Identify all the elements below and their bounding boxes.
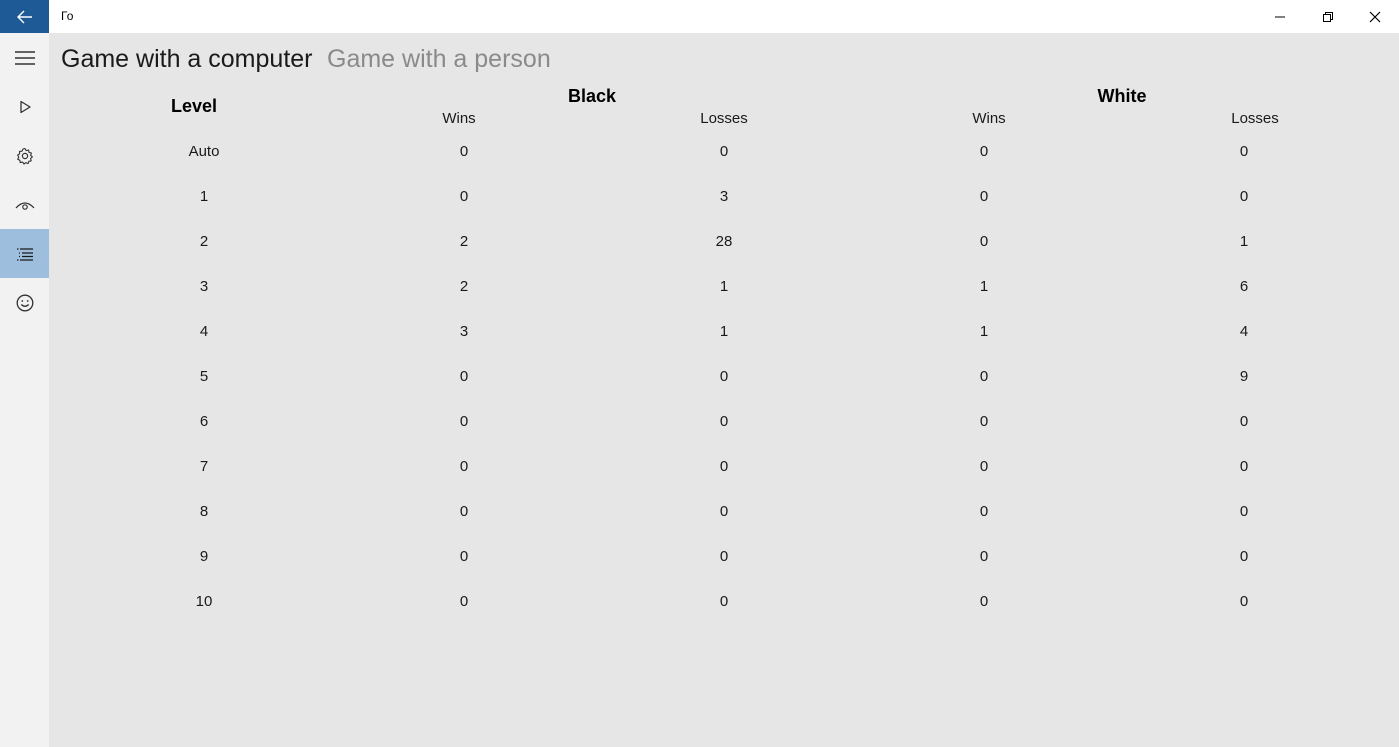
white-wins-cell: 0 — [979, 413, 989, 430]
back-arrow-icon — [16, 10, 32, 23]
nav-item-statistics[interactable] — [0, 229, 49, 278]
app-title: Го — [61, 9, 74, 23]
black-losses-cell: 0 — [719, 593, 729, 610]
nav-item-about[interactable] — [0, 278, 49, 327]
back-button[interactable] — [0, 0, 49, 33]
white-wins-cell: 0 — [979, 503, 989, 520]
tab-game-with-computer[interactable]: Game with a computer — [61, 45, 313, 74]
level-cell: 5 — [199, 368, 209, 385]
level-cell: 7 — [199, 458, 209, 475]
white-wins-cell: 0 — [979, 368, 989, 385]
level-header: Level — [170, 96, 218, 116]
smiley-icon — [16, 294, 33, 311]
white-wins-cell: 1 — [979, 278, 989, 295]
white-losses-cell: 6 — [1239, 278, 1249, 295]
white-wins-cell: 1 — [979, 323, 989, 340]
play-icon — [19, 100, 31, 113]
level-cell: 6 — [199, 413, 209, 430]
hamburger-menu-button[interactable] — [0, 33, 49, 82]
black-wins-cell: 0 — [459, 143, 469, 160]
white-wins-cell: 0 — [979, 233, 989, 250]
white-wins-cell: 0 — [979, 143, 989, 160]
black-losses-header: Losses — [700, 110, 748, 127]
level-cell: 3 — [199, 278, 209, 295]
tab-game-with-person[interactable]: Game with a person — [327, 45, 551, 74]
level-cell: 8 — [199, 503, 209, 520]
eye-icon — [15, 201, 34, 210]
black-wins-cell: 0 — [459, 593, 469, 610]
black-losses-cell: 0 — [719, 143, 729, 160]
white-wins-header: Wins — [972, 110, 1006, 127]
black-wins-cell: 0 — [459, 458, 469, 475]
level-cell: 4 — [199, 323, 209, 340]
white-wins-cell: 0 — [979, 188, 989, 205]
white-losses-cell: 0 — [1239, 548, 1249, 565]
white-losses-cell: 0 — [1239, 593, 1249, 610]
black-wins-cell: 0 — [459, 368, 469, 385]
nav-item-play[interactable] — [0, 82, 49, 131]
white-losses-cell: 0 — [1239, 413, 1249, 430]
black-losses-cell: 0 — [719, 368, 729, 385]
level-cell: 2 — [199, 233, 209, 250]
black-header: Black — [567, 86, 617, 106]
black-losses-cell: 3 — [719, 188, 729, 205]
black-wins-cell: 0 — [459, 503, 469, 520]
hamburger-menu-icon — [14, 50, 35, 65]
white-wins-cell: 0 — [979, 593, 989, 610]
restore-icon — [1323, 11, 1333, 22]
level-cell: 10 — [195, 593, 213, 610]
black-losses-cell: 28 — [715, 233, 733, 250]
title-bar: Го — [0, 0, 1399, 33]
black-losses-cell: 0 — [719, 413, 729, 430]
black-wins-header: Wins — [442, 110, 476, 127]
black-wins-cell: 0 — [459, 188, 469, 205]
black-wins-cell: 2 — [459, 233, 469, 250]
black-losses-cell: 0 — [719, 548, 729, 565]
nav-item-view[interactable] — [0, 180, 49, 229]
main-content: Game with a computer Game with a person … — [49, 33, 1399, 747]
close-button[interactable] — [1352, 0, 1398, 33]
white-losses-cell: 0 — [1239, 458, 1249, 475]
close-icon — [1369, 11, 1381, 22]
list-icon — [16, 247, 33, 261]
nav-item-settings[interactable] — [0, 131, 49, 180]
white-losses-cell: 4 — [1239, 323, 1249, 340]
black-losses-cell: 0 — [719, 503, 729, 520]
white-losses-cell: 0 — [1239, 503, 1249, 520]
black-wins-cell: 0 — [459, 548, 469, 565]
minimize-icon — [1275, 16, 1285, 17]
restore-button[interactable] — [1305, 0, 1351, 33]
white-wins-cell: 0 — [979, 458, 989, 475]
black-wins-cell: 3 — [459, 323, 469, 340]
black-wins-cell: 2 — [459, 278, 469, 295]
white-losses-cell: 1 — [1239, 233, 1249, 250]
black-losses-cell: 1 — [719, 278, 729, 295]
white-losses-cell: 0 — [1239, 188, 1249, 205]
level-cell: 1 — [199, 188, 209, 205]
black-losses-cell: 1 — [719, 323, 729, 340]
nav-sidebar — [0, 33, 49, 747]
level-cell: Auto — [188, 143, 220, 160]
white-losses-cell: 9 — [1239, 368, 1249, 385]
minimize-button[interactable] — [1257, 0, 1303, 33]
level-cell: 9 — [199, 548, 209, 565]
black-wins-cell: 0 — [459, 413, 469, 430]
white-losses-cell: 0 — [1239, 143, 1249, 160]
white-wins-cell: 0 — [979, 548, 989, 565]
gear-icon — [16, 147, 33, 165]
black-losses-cell: 0 — [719, 458, 729, 475]
white-losses-header: Losses — [1231, 110, 1279, 127]
white-header: White — [1097, 86, 1147, 106]
